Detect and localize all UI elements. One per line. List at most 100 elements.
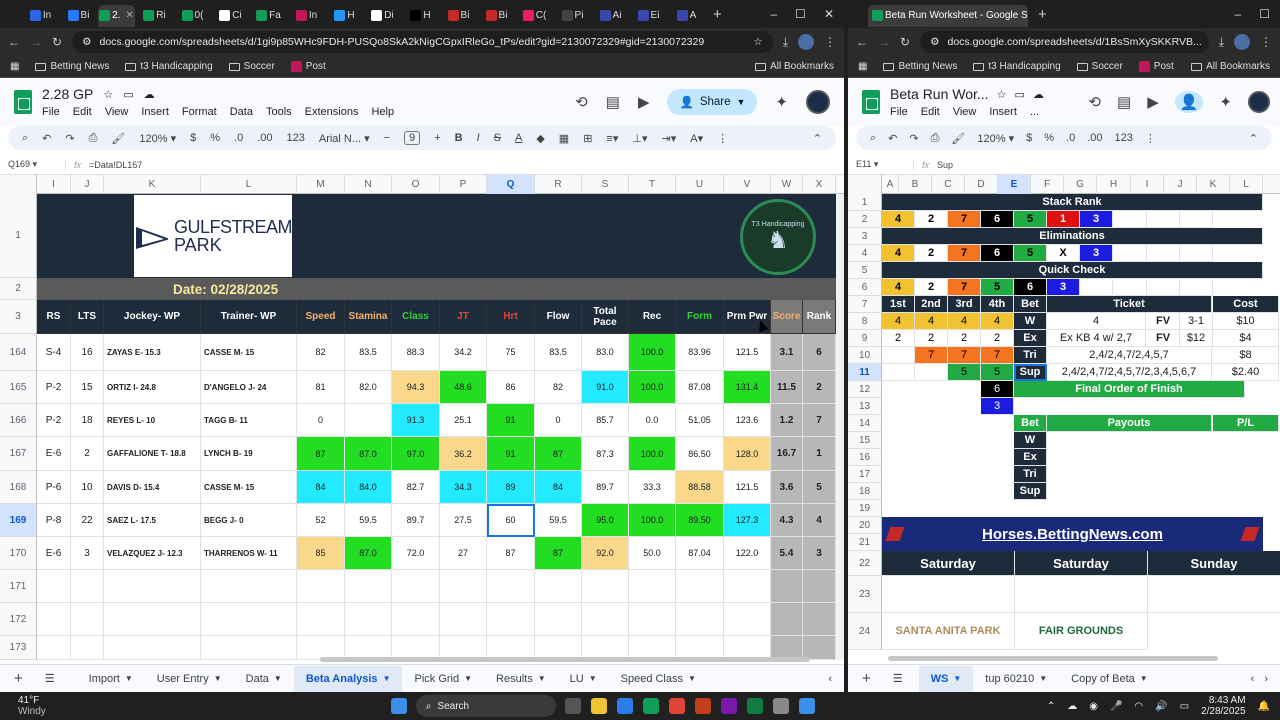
- pick-cell[interactable]: 4: [915, 313, 948, 330]
- data-cell[interactable]: 91: [487, 404, 535, 437]
- data-cell[interactable]: 7: [803, 404, 836, 437]
- browser-tab[interactable]: H: [326, 5, 363, 27]
- site-info-icon[interactable]: ⚙: [82, 36, 91, 48]
- data-cell[interactable]: 95.0: [582, 504, 629, 537]
- bookmark-t3-handicapping[interactable]: t3 Handicapping: [973, 61, 1061, 72]
- column-header[interactable]: M: [297, 175, 345, 194]
- bet-type-cell[interactable]: Ex: [1014, 330, 1047, 347]
- data-cell[interactable]: 16: [71, 334, 104, 371]
- menu-item[interactable]: File: [42, 106, 60, 118]
- ticket-header[interactable]: 3rd: [948, 296, 981, 313]
- ticket-header[interactable]: Bet: [1014, 296, 1047, 313]
- data-cell[interactable]: 121.5: [724, 334, 771, 371]
- taskbar-search[interactable]: ⌕ Search: [415, 695, 556, 717]
- row-header[interactable]: 3: [0, 300, 37, 334]
- start-icon[interactable]: [390, 698, 407, 714]
- row-header[interactable]: 3: [848, 228, 882, 245]
- row-header[interactable]: 166: [0, 404, 37, 437]
- data-cell[interactable]: 52: [297, 504, 345, 537]
- data-cell[interactable]: 97.0: [392, 437, 440, 471]
- data-cell[interactable]: 15: [71, 371, 104, 404]
- onenote-icon[interactable]: [720, 698, 737, 714]
- row-header[interactable]: 21: [848, 534, 882, 551]
- chevron-down-icon[interactable]: ▼: [688, 674, 696, 683]
- zoom-select[interactable]: 120% ▾: [977, 132, 1014, 145]
- more-formats-button[interactable]: 123: [287, 132, 305, 144]
- data-cell[interactable]: 3.1: [771, 334, 803, 371]
- browser-tab[interactable]: Ai: [592, 5, 629, 27]
- currency-format-button[interactable]: $: [1026, 132, 1032, 144]
- sheet-nav-prev-icon[interactable]: ‹: [1251, 673, 1265, 685]
- chevron-down-icon[interactable]: ▼: [125, 674, 133, 683]
- data-cell[interactable]: 83.5: [535, 334, 582, 371]
- data-cell[interactable]: E-6: [37, 437, 71, 471]
- sheet-tab[interactable]: Results ▼: [484, 666, 558, 692]
- italic-icon[interactable]: I: [477, 132, 480, 144]
- add-sheet-icon[interactable]: +: [0, 670, 37, 687]
- fv-value[interactable]: 3-1: [1180, 313, 1213, 330]
- browser-tab[interactable]: In: [22, 5, 59, 27]
- chevron-down-icon[interactable]: ▼: [214, 674, 222, 683]
- collapse-toolbar-icon[interactable]: ⌃: [1249, 132, 1258, 145]
- cost-cell[interactable]: $4: [1213, 330, 1279, 347]
- column-header[interactable]: I: [37, 175, 71, 194]
- data-cell[interactable]: CASSE M- 15: [201, 334, 297, 371]
- reload-icon[interactable]: ↻: [900, 35, 910, 49]
- row-header[interactable]: 171: [0, 570, 37, 603]
- maximize-icon[interactable]: ☐: [795, 7, 806, 21]
- ticket-header[interactable]: 2nd: [915, 296, 948, 313]
- empty-cell[interactable]: [104, 636, 201, 660]
- row-header[interactable]: 13: [848, 398, 882, 415]
- chevron-down-icon[interactable]: ▼: [1039, 674, 1047, 683]
- rank-cell[interactable]: 4: [882, 279, 915, 296]
- data-cell[interactable]: 87.04: [676, 537, 724, 570]
- pick-cell[interactable]: 5: [948, 364, 981, 381]
- account-avatar[interactable]: [1248, 91, 1270, 113]
- column-header[interactable]: H: [1097, 175, 1131, 194]
- browser-tab[interactable]: Fa: [250, 5, 287, 27]
- finish-cell[interactable]: 3: [981, 398, 1014, 415]
- bookmark-soccer[interactable]: Soccer: [1076, 61, 1123, 72]
- empty-cell[interactable]: [724, 570, 771, 603]
- data-cell[interactable]: 87: [535, 437, 582, 471]
- data-cell[interactable]: 87: [297, 437, 345, 471]
- data-cell[interactable]: 10: [71, 471, 104, 504]
- add-sheet-icon[interactable]: +: [848, 670, 885, 687]
- bookmark-post[interactable]: Post: [290, 61, 326, 72]
- cost-cell[interactable]: $2.40: [1213, 364, 1279, 381]
- empty-cell[interactable]: [1180, 279, 1213, 296]
- fill-color-icon[interactable]: ◆: [536, 132, 544, 145]
- pick-cell[interactable]: 2: [948, 330, 981, 347]
- data-cell[interactable]: 16.7: [771, 437, 803, 471]
- search-menus-icon[interactable]: ⌕: [870, 132, 876, 145]
- mic-icon[interactable]: 🎤: [1110, 701, 1122, 712]
- empty-cell[interactable]: [201, 603, 297, 636]
- star-icon[interactable]: ☆: [997, 88, 1007, 101]
- align-icon[interactable]: ≡▾: [606, 132, 618, 145]
- empty-cell[interactable]: [487, 570, 535, 603]
- minimize-icon[interactable]: –: [770, 7, 777, 21]
- row-header[interactable]: 12: [848, 381, 882, 398]
- ticket-cell[interactable]: 2,4/2,4,7/2,4,5,7/2,3,4,5,6,7: [1047, 364, 1212, 381]
- rank-cell[interactable]: 2: [915, 245, 948, 262]
- cost-cell[interactable]: $8: [1213, 347, 1279, 364]
- address-bar[interactable]: ⚙ docs.google.com/spreadsheets/d/1BsSmXy…: [920, 31, 1209, 53]
- data-cell[interactable]: 91.0: [582, 371, 629, 404]
- data-cell[interactable]: THARRENOS W- 11: [201, 537, 297, 570]
- column-header[interactable]: P: [440, 175, 487, 194]
- powerpoint-icon[interactable]: [694, 698, 711, 714]
- data-cell[interactable]: 1.2: [771, 404, 803, 437]
- redo-icon[interactable]: ↷: [909, 132, 918, 145]
- strikethrough-icon[interactable]: S: [494, 132, 501, 144]
- data-cell[interactable]: 3: [71, 537, 104, 570]
- font-select[interactable]: Arial N... ▾: [319, 132, 370, 145]
- data-cell[interactable]: 50.0: [629, 537, 676, 570]
- menu-item[interactable]: Edit: [73, 106, 92, 118]
- empty-cell[interactable]: [201, 636, 297, 660]
- name-box[interactable]: Q169 ▾: [0, 159, 66, 170]
- rank-cell[interactable]: 1: [1047, 211, 1080, 228]
- ticket-cell[interactable]: Ex KB 4 w/ 2,7: [1047, 330, 1146, 347]
- data-cell[interactable]: 51.05: [676, 404, 724, 437]
- close-tab-icon[interactable]: ✕: [125, 10, 133, 21]
- empty-cell[interactable]: [345, 603, 392, 636]
